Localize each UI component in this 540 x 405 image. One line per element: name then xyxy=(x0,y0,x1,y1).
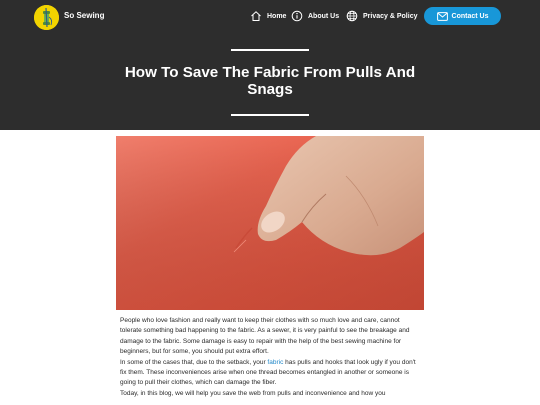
article-body: People who love fashion and really want … xyxy=(120,316,422,399)
contact-us-label: Contact Us xyxy=(451,12,489,20)
nav-privacy-label: Privacy & Policy xyxy=(363,12,418,20)
info-circle-icon xyxy=(291,10,303,22)
logo[interactable] xyxy=(34,5,59,30)
title-divider-top xyxy=(231,49,309,51)
nav-home[interactable]: Home xyxy=(250,8,286,24)
globe-icon xyxy=(346,10,358,22)
fabric-link[interactable]: fabric xyxy=(267,359,283,366)
nav-about-us[interactable]: About Us xyxy=(291,8,339,24)
article-paragraph-2: In some of the cases that, due to the se… xyxy=(120,358,422,389)
page-title: How To Save The Fabric From Pulls And Sn… xyxy=(124,64,416,98)
envelope-icon xyxy=(436,11,448,21)
featured-image xyxy=(116,136,424,310)
fabric-snag-photo xyxy=(116,136,424,310)
article-paragraph-1: People who love fashion and really want … xyxy=(120,317,410,356)
article-paragraph-2-start: In some of the cases that, due to the se… xyxy=(120,358,268,366)
home-icon xyxy=(251,11,261,21)
nav-home-label: Home xyxy=(267,12,287,20)
contact-us-button[interactable]: Contact Us xyxy=(424,7,501,25)
site-header: So Sewing Home About Us Privacy & Policy… xyxy=(0,0,540,130)
nav-about-label: About Us xyxy=(308,12,340,20)
thread-spool-icon xyxy=(34,5,59,30)
title-divider-bottom xyxy=(231,114,309,116)
nav-privacy-policy[interactable]: Privacy & Policy xyxy=(346,8,417,24)
site-brand[interactable]: So Sewing xyxy=(64,11,104,20)
article-paragraph-3: Today, in this blog, we will help you sa… xyxy=(120,389,386,397)
